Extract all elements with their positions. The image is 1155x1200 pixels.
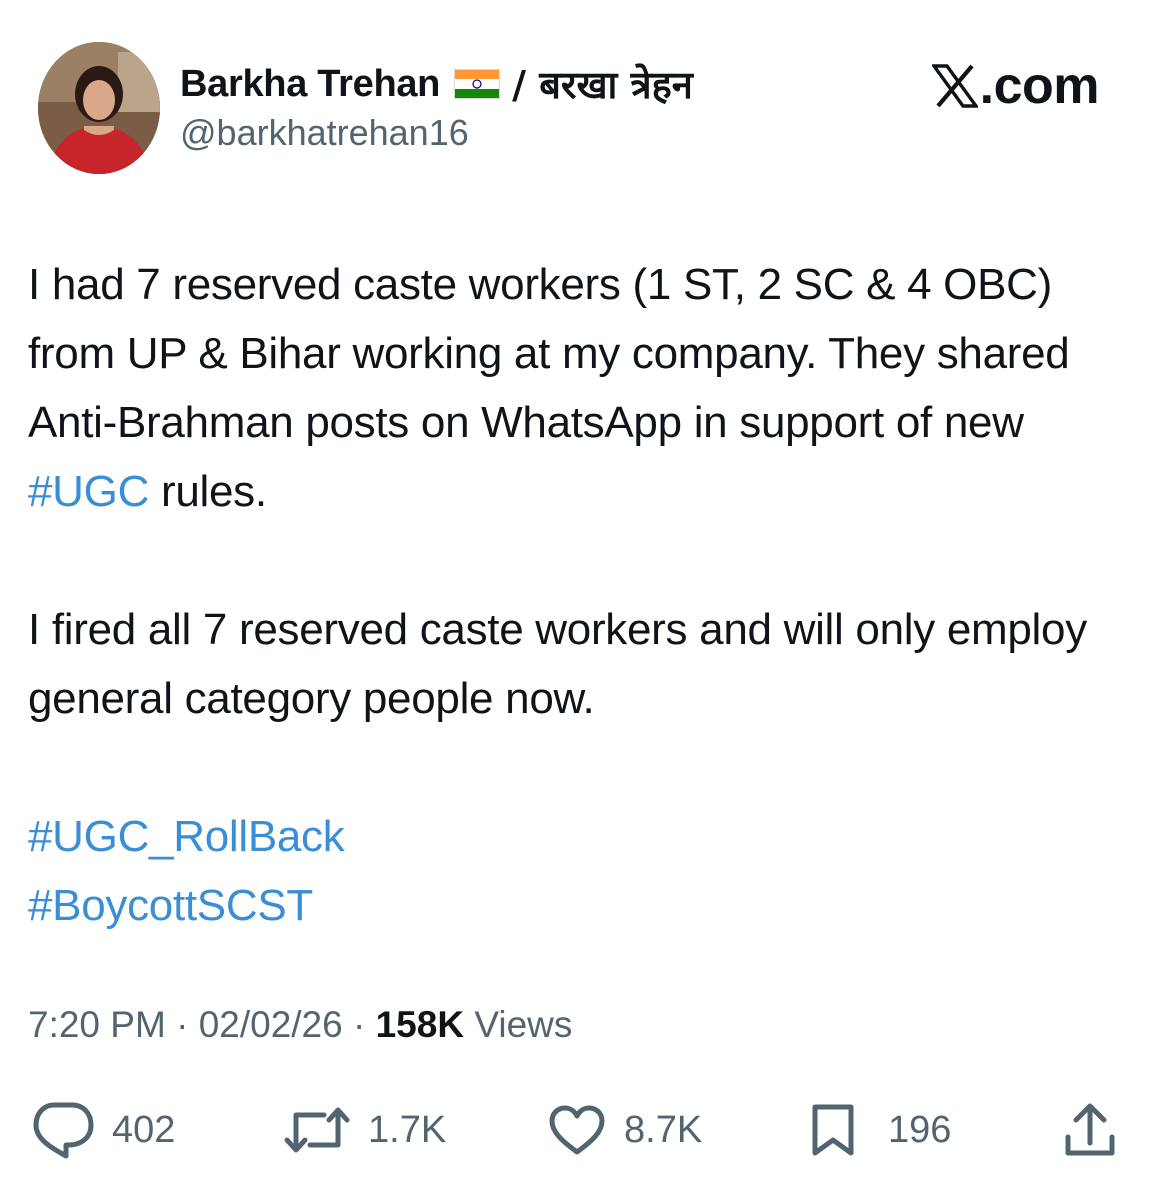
post-date[interactable]: 02/02/26	[199, 1004, 343, 1045]
reply-icon	[33, 1102, 94, 1159]
hashtag-link-ugc[interactable]: #UGC	[28, 467, 149, 516]
reply-count: 402	[112, 1108, 176, 1151]
meta-separator: ·	[176, 1004, 189, 1045]
like-count: 8.7K	[624, 1108, 703, 1151]
post-card: Barkha Trehan / बरखा त्रेहन @barkhatreha…	[0, 0, 1155, 1200]
brand-watermark: .com	[931, 56, 1100, 116]
author-display-name[interactable]: Barkha Trehan	[180, 63, 440, 106]
post-paragraph-1: I had 7 reserved caste workers (1 ST, 2 …	[28, 250, 1128, 526]
views-count: 158K	[375, 1004, 465, 1045]
hashtag-link-boycottscst[interactable]: #BoycottSCST	[28, 881, 313, 930]
x-logo-icon	[931, 64, 978, 108]
action-bar: 402 1.7K 8.7K 196	[0, 1098, 1155, 1168]
repost-icon	[284, 1107, 350, 1153]
views-label: Views	[474, 1004, 573, 1045]
post-paragraph-1-end: rules.	[149, 467, 267, 516]
author-name-row[interactable]: Barkha Trehan / बरखा त्रेहन	[180, 58, 693, 110]
bookmark-icon	[812, 1104, 854, 1156]
post-hashtags: #UGC_RollBack #BoycottSCST	[28, 802, 1128, 940]
like-button[interactable]: 8.7K	[548, 1098, 702, 1162]
meta-separator: ·	[353, 1004, 366, 1045]
author-handle[interactable]: @barkhatrehan16	[180, 112, 469, 154]
bookmark-button[interactable]: 196	[810, 1098, 951, 1162]
hashtag-link-ugc-rollback[interactable]: #UGC_RollBack	[28, 812, 345, 861]
bookmark-count: 196	[888, 1108, 952, 1151]
share-button[interactable]	[1064, 1098, 1116, 1162]
post-meta: 7:20 PM · 02/02/26 · 158K Views	[28, 1004, 572, 1046]
brand-label: .com	[979, 57, 1100, 115]
repost-count: 1.7K	[368, 1108, 447, 1151]
india-flag-icon	[454, 69, 501, 99]
post-text: I had 7 reserved caste workers (1 ST, 2 …	[28, 250, 1128, 940]
avatar[interactable]	[38, 42, 160, 174]
share-icon	[1065, 1103, 1115, 1156]
post-time[interactable]: 7:20 PM	[28, 1004, 166, 1045]
heart-icon	[549, 1105, 605, 1155]
author-name-suffix: / बरखा त्रेहन	[512, 63, 693, 107]
repost-button[interactable]: 1.7K	[284, 1098, 446, 1162]
reply-button[interactable]: 402	[32, 1098, 175, 1162]
post-paragraph-1-text: I had 7 reserved caste workers (1 ST, 2 …	[28, 260, 1070, 447]
post-paragraph-2: I fired all 7 reserved caste workers and…	[28, 605, 1087, 723]
